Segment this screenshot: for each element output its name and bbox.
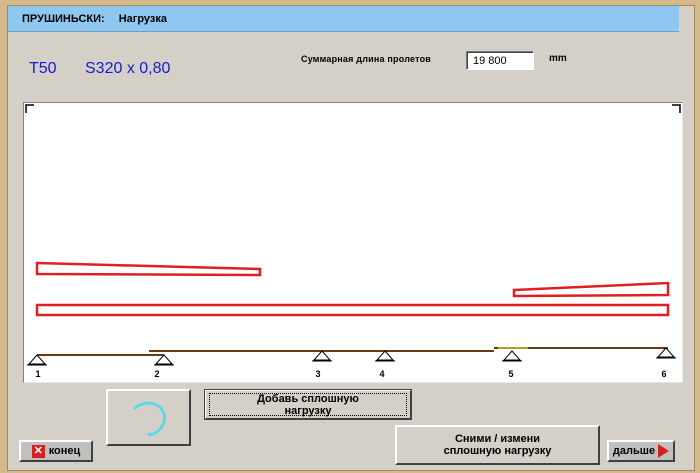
load-diagram[interactable]: 1 2 3 4 5 6 [23,102,683,383]
remove-edit-load-button[interactable]: Сними / измени сплошную нагрузку [395,425,600,465]
corner-mark-tr [672,104,681,113]
add-button-line1: Добавь сплошную [257,392,359,405]
load-diagram-svg: 1 2 3 4 5 6 [25,104,681,379]
next-button-label: дальше [612,445,656,457]
next-button[interactable]: дальше [607,440,675,462]
support-icon [27,354,47,366]
add-button-focus: Добавь сплошную нагрузку [209,392,407,417]
load-2[interactable] [512,281,670,298]
title-section: ПРУШИНЬСКИ: [22,12,105,25]
load-full[interactable] [35,303,670,317]
support-label: 1 [35,369,40,379]
main-window: ПРУШИНЬСКИ: Нагрузка T50 S320 x 0,80 Сум… [7,5,695,471]
refresh-button[interactable] [106,389,191,446]
support-icon [312,350,332,362]
close-x-icon: ✕ [31,444,45,458]
support-icon [502,350,522,362]
profile-code: T50 [29,60,57,77]
add-button-line2: нагрузку [284,404,332,417]
add-continuous-load-button[interactable]: Добавь сплошную нагрузку [204,389,412,420]
support-icon [154,354,174,366]
support-icon [656,347,676,359]
span-unit: mm [549,53,567,64]
end-button[interactable]: ✕ конец [19,440,93,462]
support-label: 5 [508,369,513,379]
arrow-right-icon [658,444,670,458]
remove-button-line2: сплошную нагрузку [443,445,552,457]
support-label: 2 [154,369,159,379]
span-length-label: Суммарная длина пролетов [301,54,431,64]
support-label: 4 [379,369,384,379]
corner-mark-tl [25,104,34,113]
support-label: 3 [315,369,320,379]
refresh-arc-icon [133,401,166,436]
load-1[interactable] [35,261,262,277]
title-bar: ПРУШИНЬСКИ: Нагрузка [8,6,679,32]
end-button-label: конец [48,445,81,457]
profile-spec: S320 x 0,80 [85,60,171,77]
remove-button-line1: Сними / измени [454,433,541,445]
span-length-input[interactable] [466,51,534,70]
title-page: Нагрузка [118,12,167,25]
support-label: 6 [661,369,666,379]
support-icon [375,350,395,362]
